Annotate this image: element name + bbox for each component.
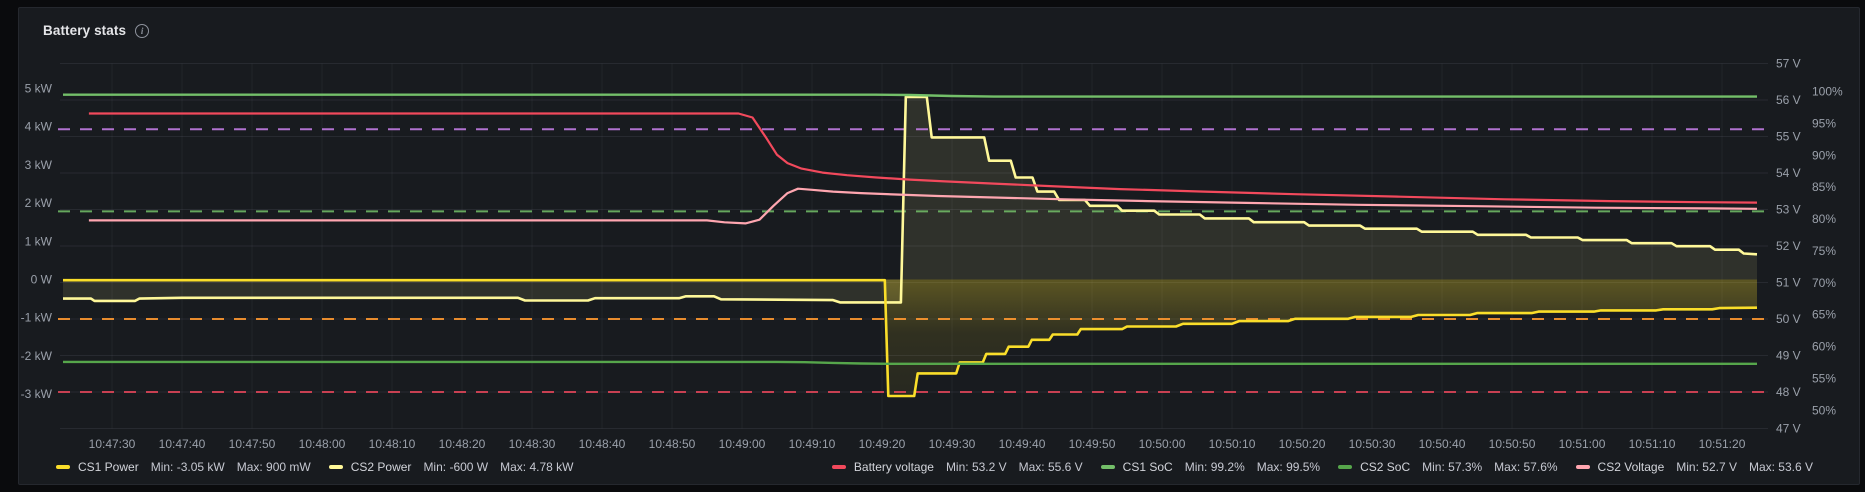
legend-item-cs2-power[interactable]: CS2 Power Min: -600 W Max: 4.78 kW [328,460,574,474]
svg-text:10:47:30: 10:47:30 [89,437,136,451]
svg-text:85%: 85% [1812,180,1836,194]
svg-text:10:50:20: 10:50:20 [1279,437,1326,451]
svg-text:4 kW: 4 kW [25,120,53,134]
svg-text:80%: 80% [1812,212,1836,226]
svg-text:53 V: 53 V [1776,203,1801,217]
legend-series-name: CS1 SoC [1122,460,1173,474]
legend-min-value: Min: 53.2 V [945,460,1007,474]
svg-text:48 V: 48 V [1776,385,1801,399]
timeseries-chart[interactable]: 5 kW 4 kW 3 kW 2 kW 1 kW 0 W -1 kW -2 kW -3 kW 57… [0,0,1865,492]
legend-item-cs1-soc[interactable]: CS1 SoC Min: 99.2% Max: 99.5% [1100,460,1321,474]
legend-series-name: CS2 SoC [1360,460,1411,474]
legend-min-value: Min: -3.05 kW [150,460,225,474]
svg-text:52 V: 52 V [1776,239,1801,253]
svg-text:54 V: 54 V [1776,166,1801,180]
svg-text:-2 kW: -2 kW [21,349,53,363]
svg-text:3 kW: 3 kW [25,158,53,172]
legend-max-value: Max: 57.6% [1494,460,1558,474]
panel-title: Battery stats [43,23,127,38]
svg-text:10:47:40: 10:47:40 [159,437,206,451]
legend-item-cs1-power[interactable]: CS1 Power Min: -3.05 kW Max: 900 mW [56,460,311,474]
svg-text:10:50:50: 10:50:50 [1489,437,1536,451]
svg-text:50%: 50% [1812,403,1836,417]
svg-text:10:48:10: 10:48:10 [369,437,416,451]
legend-min-value: Min: 57.3% [1422,460,1483,474]
svg-text:55 V: 55 V [1776,130,1801,144]
dashboard-page: Battery stats i CS1 Power Min: -3.05 kW Ma… [0,0,1865,492]
svg-text:90%: 90% [1812,148,1836,162]
svg-text:10:49:30: 10:49:30 [929,437,976,451]
legend-series-name: Battery voltage [853,460,934,474]
svg-text:10:48:00: 10:48:00 [299,437,346,451]
svg-text:10:50:10: 10:50:10 [1209,437,1256,451]
svg-text:10:49:40: 10:49:40 [999,437,1046,451]
legend-group-left: CS1 Power Min: -3.05 kW Max: 900 mW CS2 Pow… [56,460,573,474]
svg-text:55%: 55% [1812,371,1836,385]
svg-text:10:49:50: 10:49:50 [1069,437,1116,451]
legend-item-cs2-soc[interactable]: CS2 SoC Min: 57.3% Max: 57.6% [1338,460,1558,474]
svg-text:70%: 70% [1812,276,1836,290]
svg-text:10:49:20: 10:49:20 [859,437,906,451]
svg-text:2 kW: 2 kW [25,196,53,210]
svg-text:-1 kW: -1 kW [21,311,53,325]
svg-text:50 V: 50 V [1776,312,1801,326]
legend-swatch [56,465,70,469]
svg-text:60%: 60% [1812,340,1836,354]
legend-max-value: Max: 4.78 kW [500,460,574,474]
legend-item-battery-voltage[interactable]: Battery voltage Min: 53.2 V Max: 55.6 V [831,460,1083,474]
legend-series-name: CS1 Power [78,460,139,474]
svg-text:0 W: 0 W [31,272,53,286]
legend-min-value: Min: -600 W [423,460,489,474]
legend-swatch [328,465,343,469]
svg-text:10:48:40: 10:48:40 [579,437,626,451]
svg-text:56 V: 56 V [1776,93,1801,107]
legend-swatch [1575,465,1590,469]
legend-max-value: Max: 900 mW [236,460,311,474]
legend-max-value: Max: 55.6 V [1018,460,1083,474]
svg-text:75%: 75% [1812,244,1836,258]
panel-header[interactable]: Battery stats i [43,23,150,38]
svg-text:10:48:50: 10:48:50 [649,437,696,451]
legend-group-right: Battery voltage Min: 53.2 V Max: 55.6 V CS1… [831,460,1813,474]
svg-text:10:50:40: 10:50:40 [1419,437,1466,451]
svg-text:10:51:20: 10:51:20 [1699,437,1746,451]
legend-max-value: Max: 53.6 V [1748,460,1813,474]
legend-swatch [1100,465,1115,469]
svg-text:57 V: 57 V [1776,57,1801,71]
svg-text:10:47:50: 10:47:50 [229,437,276,451]
legend-item-cs2-voltage[interactable]: CS2 Voltage Min: 52.7 V Max: 53.6 V [1575,460,1813,474]
svg-text:10:51:10: 10:51:10 [1629,437,1676,451]
legend-min-value: Min: 52.7 V [1676,460,1737,474]
svg-text:10:50:30: 10:50:30 [1349,437,1396,451]
svg-text:100%: 100% [1812,84,1843,98]
legend: CS1 Power Min: -3.05 kW Max: 900 mW CS2 Pow… [19,460,1859,474]
svg-text:10:48:30: 10:48:30 [509,437,556,451]
svg-text:1 kW: 1 kW [25,234,53,248]
svg-text:10:48:20: 10:48:20 [439,437,486,451]
svg-text:51 V: 51 V [1776,276,1801,290]
svg-text:5 kW: 5 kW [25,82,53,96]
svg-text:49 V: 49 V [1776,349,1801,363]
svg-text:10:49:10: 10:49:10 [789,437,836,451]
legend-min-value: Min: 99.2% [1184,460,1245,474]
svg-text:95%: 95% [1812,116,1836,130]
info-icon[interactable]: i [135,23,150,38]
legend-series-name: CS2 Voltage [1597,460,1665,474]
svg-text:-3 kW: -3 kW [21,387,53,401]
svg-text:10:49:00: 10:49:00 [719,437,766,451]
legend-swatch [1338,465,1353,469]
svg-text:10:51:00: 10:51:00 [1559,437,1606,451]
legend-swatch [831,465,846,469]
svg-text:65%: 65% [1812,308,1836,322]
svg-text:10:50:00: 10:50:00 [1139,437,1186,451]
legend-max-value: Max: 99.5% [1256,460,1321,474]
legend-series-name: CS2 Power [350,460,412,474]
svg-text:47 V: 47 V [1776,422,1801,436]
